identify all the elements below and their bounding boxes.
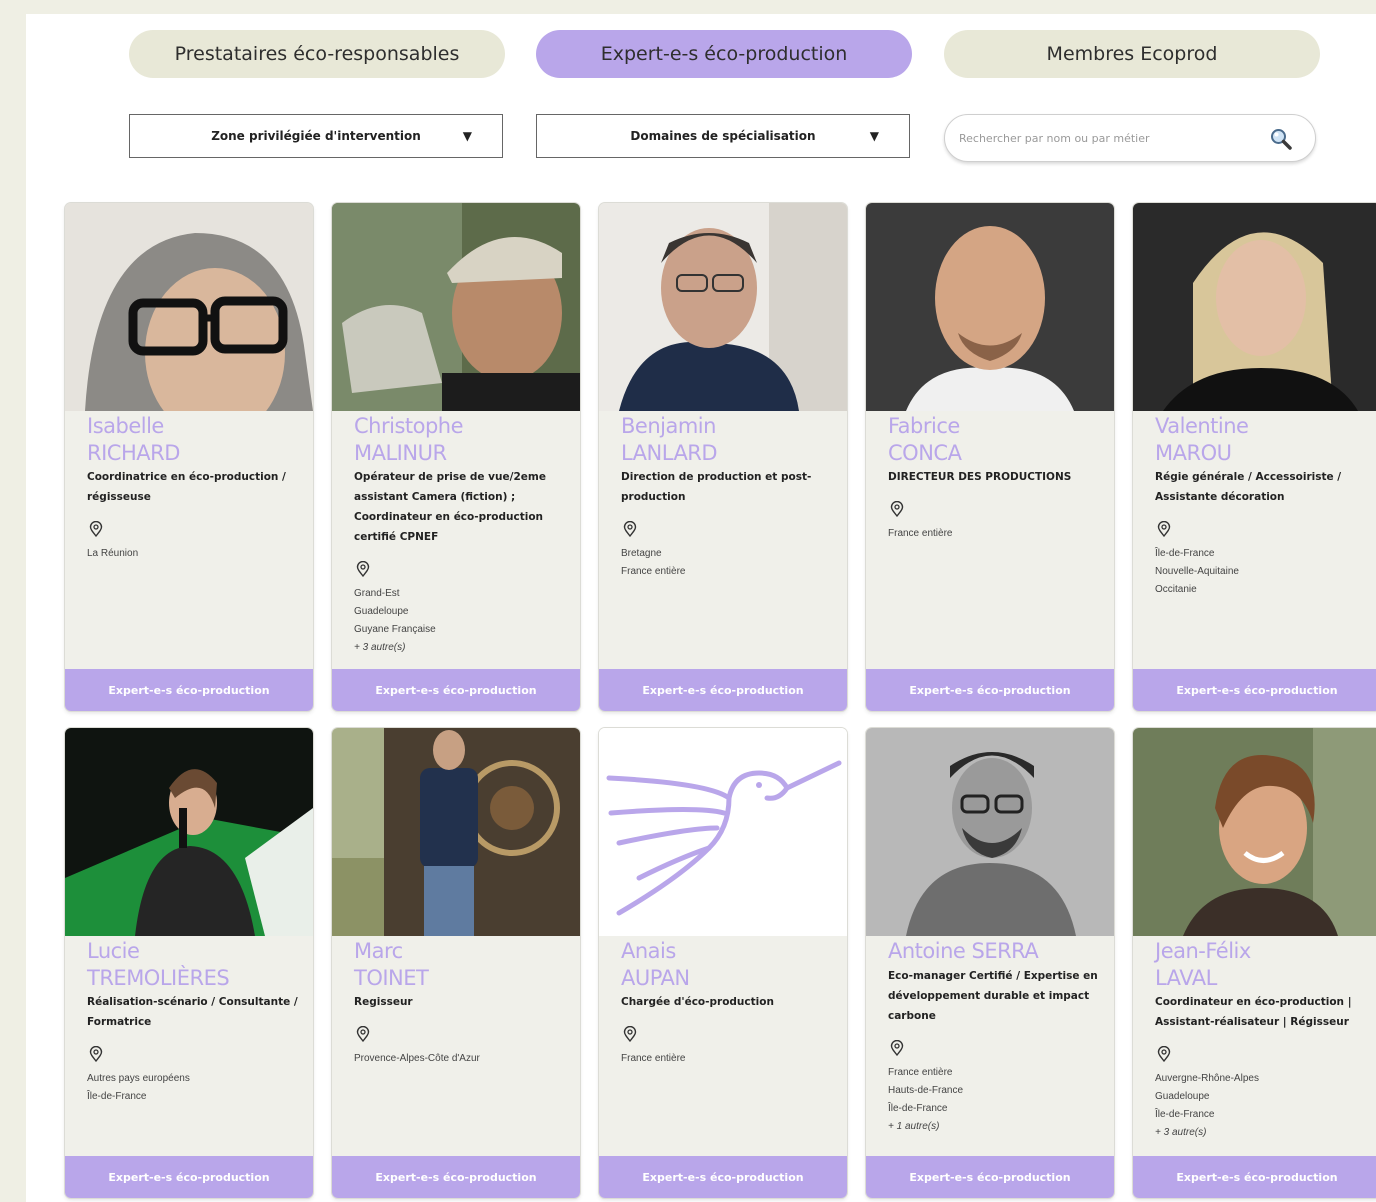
map-pin-icon: [890, 501, 904, 517]
search-box: [944, 114, 1316, 162]
zone-list: Île-de-France Nouvelle-Aquitaine Occitan…: [1155, 548, 1239, 595]
expert-name: Antoine SERRA: [888, 939, 1039, 963]
zone-list: La Réunion: [87, 548, 139, 559]
expert-name: Lucie TREMOLIÈRES: [87, 939, 230, 990]
profile-photo: [599, 203, 847, 411]
category-tag: Expert-e-s éco-production: [1133, 669, 1376, 711]
expert-name: Benjamin LANLARD: [621, 414, 718, 465]
domain-select[interactable]: Domaines de spécialisation ▼: [536, 114, 910, 158]
category-tag: Expert-e-s éco-production: [866, 1156, 1114, 1198]
profile-photo: [1133, 728, 1376, 936]
category-tag: Expert-e-s éco-production: [332, 669, 580, 711]
zone-list: France entière: [888, 528, 953, 539]
profile-photo: [866, 728, 1114, 936]
tab-experts[interactable]: Expert-e-s éco-production: [536, 30, 912, 78]
expert-role: Eco-manager Certifié / Expertise en déve…: [888, 970, 1098, 1022]
category-tag: Expert-e-s éco-production: [65, 669, 313, 711]
zone-list: Auvergne-Rhône-Alpes Guadeloupe Île-de-F…: [1155, 1070, 1375, 1142]
expert-card-toinet[interactable]: Marc TOINET Regisseur Provence-Alpes-Côte…: [332, 728, 580, 1198]
expert-name: Christophe MALINUR: [354, 414, 464, 465]
category-tag: Expert-e-s éco-production: [332, 1156, 580, 1198]
expert-card-conca[interactable]: Fabrice CONCA DIRECTEUR DES PRODUCTIONS F…: [866, 203, 1114, 711]
category-tag: Expert-e-s éco-production: [866, 669, 1114, 711]
category-tag: Expert-e-s éco-production: [599, 669, 847, 711]
category-tag: Expert-e-s éco-production: [1133, 1156, 1376, 1198]
profile-photo: [65, 728, 313, 936]
expert-role: Coordinatrice en éco-production / régiss…: [87, 471, 286, 503]
zone-list: France entière Hauts-de-France Île-de-Fr…: [888, 1064, 1108, 1136]
expert-card-laval[interactable]: Jean-Félix LAVAL Coordinateur en éco-prod…: [1133, 728, 1376, 1198]
expert-role: Regisseur: [354, 996, 413, 1008]
triangle-down-icon: ▼: [869, 129, 879, 143]
expert-card-lanlard[interactable]: Benjamin LANLARD Direction de production …: [599, 203, 847, 711]
map-pin-icon: [356, 1026, 370, 1042]
expert-role: Opérateur de prise de vue/2eme assistant…: [354, 471, 546, 543]
triangle-down-icon: ▼: [462, 129, 472, 143]
profile-photo: [866, 203, 1114, 411]
expert-card-malinur[interactable]: Christophe MALINUR Opérateur de prise de …: [332, 203, 580, 711]
map-pin-icon: [890, 1040, 904, 1056]
zone-list: Grand-Est Guadeloupe Guyane Française + …: [354, 585, 574, 657]
expert-role: Régie générale / Accessoiriste / Assista…: [1155, 471, 1342, 503]
more-zones-count: + 3 autre(s): [354, 642, 406, 653]
zone-list: Provence-Alpes-Côte d'Azur: [354, 1053, 480, 1064]
map-pin-icon: [356, 561, 370, 577]
expert-card-serra[interactable]: Antoine SERRA Eco-manager Certifié / Exp…: [866, 728, 1114, 1198]
zone-list: Bretagne France entière: [621, 548, 686, 577]
more-zones-count: + 1 autre(s): [888, 1121, 940, 1132]
zone-select-label: Zone privilégiée d'intervention: [211, 129, 421, 143]
expert-card-marou[interactable]: Valentine MAROU Régie générale / Accessoi…: [1133, 203, 1376, 711]
expert-card-richard[interactable]: Isabelle RICHARD Coordinatrice en éco-pro…: [65, 203, 313, 711]
map-pin-icon: [1157, 1046, 1171, 1062]
magnifier-icon[interactable]: [1269, 127, 1293, 151]
expert-role: Réalisation-scénario / Consultante / For…: [87, 996, 298, 1028]
hummingbird-logo: [599, 728, 847, 936]
map-pin-icon: [89, 521, 103, 537]
expert-role: Coordinateur en éco-production | Assista…: [1155, 996, 1352, 1028]
zone-select[interactable]: Zone privilégiée d'intervention ▼: [129, 114, 503, 158]
more-zones-count: + 3 autre(s): [1155, 1127, 1207, 1138]
expert-name: Anais AUPAN: [621, 939, 690, 990]
expert-card-tremolieres[interactable]: Lucie TREMOLIÈRES Réalisation-scénario / …: [65, 728, 313, 1198]
expert-role: Direction de production et post-producti…: [621, 471, 812, 503]
category-tag: Expert-e-s éco-production: [599, 1156, 847, 1198]
profile-photo: [1133, 203, 1376, 411]
expert-name: Valentine MAROU: [1155, 414, 1249, 465]
expert-role: Chargée d'éco-production: [621, 996, 774, 1008]
expert-card-aupan[interactable]: Anais AUPAN Chargée d'éco-production Fran…: [599, 728, 847, 1198]
map-pin-icon: [623, 521, 637, 537]
search-input[interactable]: [957, 130, 1251, 146]
profile-photo: [332, 728, 580, 936]
map-pin-icon: [89, 1046, 103, 1062]
map-pin-icon: [1157, 521, 1171, 537]
domain-select-label: Domaines de spécialisation: [630, 129, 816, 143]
tab-membres[interactable]: Membres Ecoprod: [944, 30, 1320, 78]
expert-name: Isabelle RICHARD: [87, 414, 180, 465]
map-pin-icon: [623, 1026, 637, 1042]
profile-photo: [65, 203, 313, 411]
zone-list: Autres pays européens Île-de-France: [87, 1073, 190, 1102]
expert-name: Jean-Félix LAVAL: [1155, 939, 1251, 990]
expert-role: DIRECTEUR DES PRODUCTIONS: [888, 471, 1072, 483]
expert-name: Marc TOINET: [354, 939, 429, 990]
zone-list: France entière: [621, 1053, 686, 1064]
category-tag: Expert-e-s éco-production: [65, 1156, 313, 1198]
expert-name: Fabrice CONCA: [888, 414, 962, 465]
profile-photo: [332, 203, 580, 411]
tab-prestataires[interactable]: Prestataires éco-responsables: [129, 30, 505, 78]
